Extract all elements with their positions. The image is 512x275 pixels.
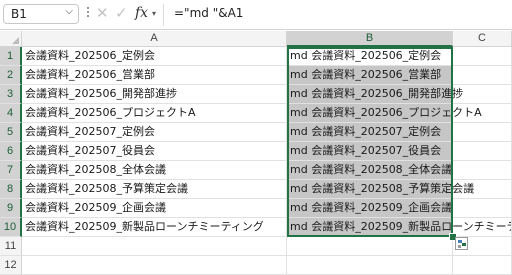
name-box[interactable]: B1 ⌵ xyxy=(3,4,79,24)
row-header[interactable]: 11 xyxy=(0,237,22,256)
cell-a[interactable]: 会議資料_202506_開発部進捗 xyxy=(22,85,287,104)
select-all-corner[interactable] xyxy=(0,31,22,47)
cell-b[interactable]: md 会議資料_202506_開発部進捗 xyxy=(287,85,463,104)
cell-c[interactable] xyxy=(453,85,512,104)
row-header[interactable]: 12 xyxy=(0,256,22,275)
formula-bar: B1 ⌵ ✕ ✓ fx ▾ ="md "&A1 xyxy=(0,0,512,30)
cell-b[interactable]: md 会議資料_202508_予算策定会議 xyxy=(287,180,474,199)
row-header[interactable]: 7 xyxy=(0,161,22,180)
cell-b[interactable]: md 会議資料_202507_定例会 xyxy=(287,123,453,142)
cell-c[interactable] xyxy=(453,123,512,142)
enter-icon[interactable]: ✓ xyxy=(115,4,128,22)
row-header[interactable]: 2 xyxy=(0,66,22,85)
cell-b[interactable]: md 会議資料_202507_役員会 xyxy=(287,142,453,161)
cell-a[interactable]: 会議資料_202506_定例会 xyxy=(22,47,287,66)
column-header-b[interactable]: B xyxy=(287,31,453,47)
row-header[interactable]: 10 xyxy=(0,218,22,237)
active-cell-b1[interactable]: md 会議資料_202506_定例会 xyxy=(287,47,453,66)
cell-a[interactable] xyxy=(22,256,287,275)
cell-c[interactable] xyxy=(453,47,512,66)
cell-c[interactable] xyxy=(453,104,512,123)
cell-a[interactable]: 会議資料_202509_企画会議 xyxy=(22,199,287,218)
cell-a[interactable] xyxy=(22,237,287,256)
formula-input[interactable]: ="md "&A1 xyxy=(174,6,243,20)
cell-c[interactable] xyxy=(453,142,512,161)
cell-b[interactable]: md 会議資料_202509_企画会議 xyxy=(287,199,453,218)
cell-a[interactable]: 会議資料_202507_定例会 xyxy=(22,123,287,142)
cell-c[interactable] xyxy=(453,161,512,180)
cell-c[interactable] xyxy=(453,180,512,199)
cell-a[interactable]: 会議資料_202508_予算策定会議 xyxy=(22,180,287,199)
column-header-a[interactable]: A xyxy=(22,31,287,47)
function-dropdown-icon[interactable]: ▾ xyxy=(152,9,156,18)
cell-b[interactable] xyxy=(287,237,453,256)
chevron-down-icon[interactable]: ⌵ xyxy=(65,6,73,17)
quick-analysis-icon[interactable] xyxy=(455,237,468,250)
column-header-c[interactable]: C xyxy=(453,31,512,47)
row-header[interactable]: 5 xyxy=(0,123,22,142)
cell-a[interactable]: 会議資料_202508_全体会議 xyxy=(22,161,287,180)
cell-a[interactable]: 会議資料_202509_新製品ローンチミーティング xyxy=(22,218,287,237)
row-header[interactable]: 8 xyxy=(0,180,22,199)
cell-c[interactable] xyxy=(453,256,512,275)
formula-bar-grip-icon[interactable] xyxy=(86,7,90,21)
cell-c[interactable] xyxy=(453,218,512,237)
worksheet-grid: A B C 1 会議資料_202506_定例会 md 会議資料_202506_定例会… xyxy=(0,31,512,275)
row-header[interactable]: 3 xyxy=(0,85,22,104)
row-header[interactable]: 6 xyxy=(0,142,22,161)
cancel-icon[interactable]: ✕ xyxy=(96,4,109,22)
cell-a[interactable]: 会議資料_202507_役員会 xyxy=(22,142,287,161)
cell-b[interactable] xyxy=(287,256,453,275)
name-box-value: B1 xyxy=(11,7,27,21)
cell-c[interactable] xyxy=(453,66,512,85)
cell-b[interactable]: md 会議資料_202508_全体会議 xyxy=(287,161,453,180)
cell-c[interactable] xyxy=(453,199,512,218)
formula-bar-bottom-border xyxy=(0,29,512,30)
row-header[interactable]: 4 xyxy=(0,104,22,123)
cell-a[interactable]: 会議資料_202506_プロジェクトA xyxy=(22,104,287,123)
row-header[interactable]: 9 xyxy=(0,199,22,218)
cell-b[interactable]: md 会議資料_202506_営業部 xyxy=(287,66,453,85)
formula-bar-divider xyxy=(163,4,164,26)
cell-b[interactable]: md 会議資料_202509_新製品ローンチミーティ xyxy=(287,218,512,237)
insert-function-icon[interactable]: fx xyxy=(135,5,148,21)
cell-b[interactable]: md 会議資料_202506_プロジェクトA xyxy=(287,104,482,123)
row-header[interactable]: 1 xyxy=(0,47,22,66)
cell-a[interactable]: 会議資料_202506_営業部 xyxy=(22,66,287,85)
